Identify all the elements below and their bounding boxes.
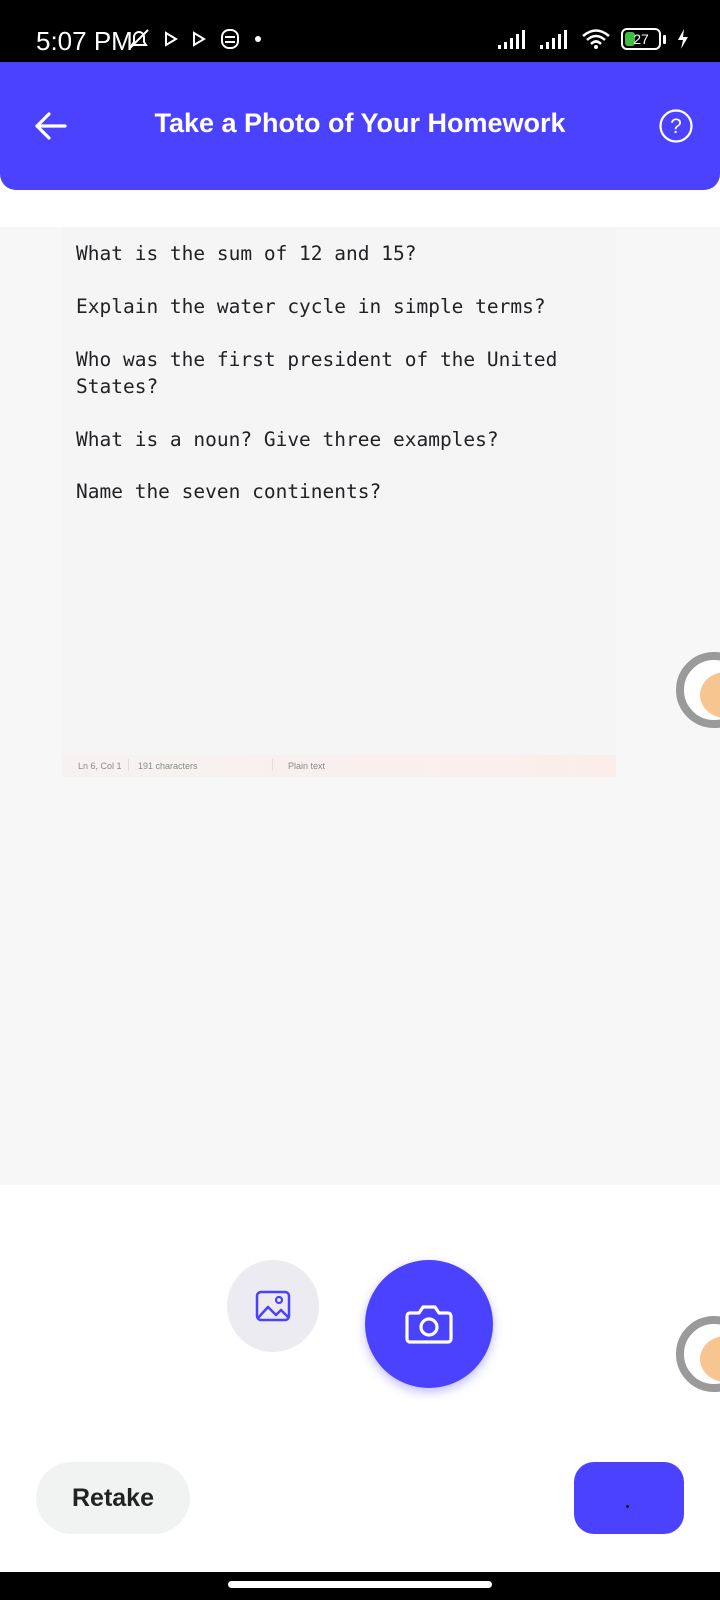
homework-line: Who was the first president of the Unite… — [76, 348, 558, 398]
svg-text:?: ? — [670, 115, 682, 138]
play-icon — [193, 31, 206, 47]
capture-button[interactable] — [365, 1260, 493, 1388]
system-icons: 27 — [497, 24, 690, 54]
text-format: Plain text — [288, 761, 326, 771]
vpn-icon — [221, 29, 239, 49]
notification-icons — [128, 24, 262, 54]
photo-preview: What is the sum of 12 and 15? Explain th… — [0, 227, 720, 1185]
battery-level: 27 — [633, 31, 649, 47]
app-header: Take a Photo of Your Homework ? — [0, 62, 720, 190]
homework-line: Name the seven continents? — [76, 480, 382, 503]
dot-icon — [626, 1505, 629, 1508]
divider — [128, 759, 129, 771]
translate-icon — [700, 672, 720, 718]
cursor-position: Ln 6, Col 1 — [78, 761, 122, 771]
alarm-off-icon — [129, 29, 149, 49]
page-title: Take a Photo of Your Homework — [154, 108, 566, 138]
battery-icon: 27 — [621, 28, 661, 50]
document-image: What is the sum of 12 and 15? Explain th… — [62, 227, 616, 755]
status-bar: 5:07 PM 27 — [0, 0, 720, 62]
charging-icon — [678, 29, 688, 49]
confirm-button[interactable] — [574, 1462, 684, 1534]
dot-icon — [255, 36, 261, 42]
home-indicator[interactable] — [228, 1581, 492, 1588]
help-icon: ? — [659, 109, 693, 143]
camera-icon — [405, 1305, 453, 1344]
character-count: 191 characters — [138, 761, 198, 771]
image-icon — [255, 1290, 291, 1322]
play-icon — [165, 31, 178, 47]
wifi-icon — [582, 29, 610, 49]
homework-line: What is a noun? Give three examples? — [76, 428, 499, 451]
app-screen: 5:07 PM 27 Take a Photo of Your Homework… — [0, 0, 720, 1600]
gallery-button[interactable] — [227, 1260, 319, 1352]
navigation-bar — [0, 1572, 720, 1600]
homework-line: What is the sum of 12 and 15? — [76, 242, 417, 265]
translate-icon — [700, 1336, 720, 1382]
signal-icon — [540, 30, 567, 49]
battery-cap — [663, 34, 666, 44]
help-button[interactable]: ? — [656, 106, 696, 146]
retake-button[interactable]: Retake — [36, 1462, 190, 1534]
floating-translate-bubble[interactable] — [676, 1316, 720, 1392]
status-time: 5:07 PM — [36, 26, 133, 56]
homework-line: Explain the water cycle in simple terms? — [76, 295, 546, 318]
signal-icon — [498, 30, 525, 49]
divider — [272, 759, 273, 771]
document-status-bar: Ln 6, Col 1 191 characters Plain text — [62, 755, 616, 777]
